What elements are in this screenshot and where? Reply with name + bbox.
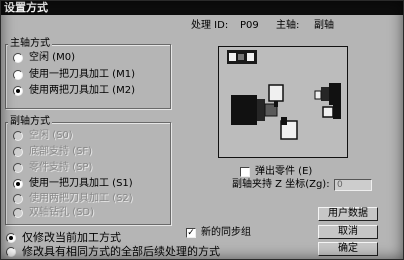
scope-option-all-following[interactable]: 修改具有相同方式的全部后续处理的方式 — [6, 245, 220, 258]
radio-indicator — [13, 208, 23, 218]
machine-layout-icon-center-part — [238, 54, 244, 60]
radio-label: 使用一把刀具加工 (M1) — [29, 69, 135, 80]
spindle-value: 副轴 — [314, 20, 334, 31]
radio-indicator — [13, 70, 23, 80]
sub-spindle-group-title: 副轴方式 — [8, 116, 52, 128]
radio-label: 修改具有相同方式的全部后续处理的方式 — [22, 244, 220, 258]
radio-indicator — [13, 131, 23, 141]
main-spindle-option-m2[interactable]: 使用两把刀具加工 (M2) — [13, 85, 135, 97]
main-spindle-chuck — [257, 99, 265, 121]
sub-spindle-option-sp[interactable]: 零件支持 (SP) — [13, 162, 92, 174]
radio-label: 使用一把刀具加工 (S1) — [29, 178, 133, 189]
sub-clamp-z-label: 副轴夹持 Z 坐标(Zg): — [232, 179, 330, 190]
sub-spindle-option-sf[interactable]: 底部支持 (SF) — [13, 146, 92, 158]
radio-label: 底部支持 (SF) — [29, 146, 93, 157]
cancel-button[interactable]: 取消 — [318, 225, 378, 239]
main-spindle-group-title: 主轴方式 — [8, 38, 52, 50]
sub-spindle-body — [329, 83, 341, 105]
sub-spindle-option-s0[interactable]: 空闲 (S0) — [13, 130, 73, 142]
sub-spindle-chuck — [321, 87, 329, 101]
sub-workpiece — [314, 90, 322, 100]
radio-label: 空闲 (M0) — [29, 52, 75, 63]
lower-tool-tip — [281, 117, 287, 125]
main-spindle-option-m0[interactable]: 空闲 (M0) — [13, 52, 75, 64]
upper-tool-tip — [274, 101, 278, 107]
radio-label: 双轴钻孔 (SD) — [29, 207, 95, 218]
sub-tool-block — [333, 105, 341, 119]
radio-indicator — [13, 147, 23, 157]
radio-indicator — [13, 194, 23, 204]
process-id-label: 处理 ID: — [191, 20, 229, 31]
eject-part-checkbox[interactable]: 弹出零件 (E) — [240, 166, 312, 178]
sub-tool-holder — [322, 106, 334, 118]
sub-spindle-option-s1[interactable]: 使用一把刀具加工 (S1) — [13, 178, 133, 190]
new-sync-group-checkbox[interactable]: 新的同步组 — [186, 227, 251, 239]
process-id-value: P09 — [240, 20, 259, 31]
radio-indicator — [13, 53, 23, 63]
ok-button[interactable]: 确定 — [318, 242, 378, 256]
window-title: 设置方式 — [4, 1, 48, 14]
checkbox-indicator — [240, 167, 250, 177]
machine-layout-icon-right-part — [247, 53, 254, 61]
spindle-label: 主轴: — [276, 20, 300, 31]
sub-clamp-z-input[interactable] — [334, 179, 372, 191]
radio-label: 零件支持 (SP) — [29, 162, 93, 173]
sub-spindle-option-s2[interactable]: 使用两把刀具加工 (S2) — [13, 193, 133, 205]
radio-indicator — [6, 246, 16, 257]
machine-preview-panel — [218, 46, 348, 158]
upper-tool-holder — [268, 84, 284, 102]
main-spindle-option-m1[interactable]: 使用一把刀具加工 (M1) — [13, 69, 135, 81]
title-bar[interactable]: 设置方式 — [0, 0, 404, 15]
radio-indicator — [6, 232, 16, 243]
user-data-button[interactable]: 用户数据 — [318, 207, 378, 221]
sub-spindle-option-sd[interactable]: 双轴钻孔 (SD) — [13, 207, 94, 219]
machine-layout-icon-left-part — [229, 53, 236, 61]
radio-indicator — [13, 179, 23, 189]
checkbox-label: 弹出零件 (E) — [255, 166, 313, 177]
radio-label: 仅修改当前加工方式 — [22, 230, 121, 244]
checkbox-label: 新的同步组 — [201, 227, 251, 238]
radio-label: 使用两把刀具加工 (M2) — [29, 85, 135, 96]
radio-indicator — [13, 163, 23, 173]
machine-layout-diagram — [227, 50, 341, 140]
radio-indicator — [13, 86, 23, 96]
radio-label: 使用两把刀具加工 (S2) — [29, 193, 133, 204]
radio-label: 空闲 (S0) — [29, 130, 73, 141]
main-spindle-body — [231, 95, 257, 125]
checkbox-indicator — [186, 228, 196, 238]
scope-option-current-only[interactable]: 仅修改当前加工方式 — [6, 231, 121, 244]
